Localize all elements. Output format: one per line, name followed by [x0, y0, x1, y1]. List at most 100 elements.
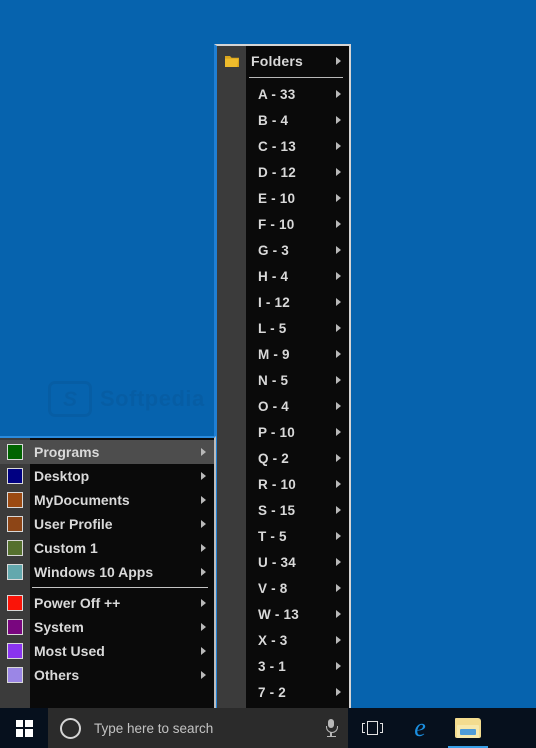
submenu-arrow-icon	[201, 647, 206, 655]
menu-item-label: P - 10	[258, 424, 295, 440]
folder-swatch-icon	[7, 564, 23, 580]
edge-browser-icon: e	[414, 713, 426, 742]
folder-icon	[224, 54, 240, 68]
task-view-icon	[361, 721, 383, 735]
windows-logo-icon	[15, 719, 33, 737]
folders-item-e-10[interactable]: E - 10	[217, 185, 349, 211]
menu-item-power-off[interactable]: Power Off ++	[0, 591, 214, 615]
submenu-arrow-icon	[336, 142, 341, 150]
menu-item-label: A - 33	[258, 86, 296, 102]
folders-menu-body: Folders A - 33 B - 4 C - 13 D - 12 E - 10 F - …	[217, 48, 349, 705]
folders-item-p-10[interactable]: P - 10	[217, 419, 349, 445]
menu-item-label: B - 4	[258, 112, 289, 128]
menu-item-label: 3 - 1	[258, 658, 287, 674]
submenu-arrow-icon	[336, 584, 341, 592]
menu-item-label: L - 5	[258, 320, 287, 336]
submenu-arrow-icon	[336, 402, 341, 410]
menu-item-label: User Profile	[34, 516, 113, 532]
submenu-arrow-icon	[201, 544, 206, 552]
folders-menu-header[interactable]: Folders	[217, 48, 349, 74]
folders-item-w-13[interactable]: W - 13	[217, 601, 349, 627]
menu-item-label: 7 - 2	[258, 684, 287, 700]
menu-item-custom-1[interactable]: Custom 1	[0, 536, 214, 560]
submenu-arrow-icon	[336, 116, 341, 124]
folder-swatch-icon	[7, 492, 23, 508]
main-start-menu[interactable]: Programs Desktop MyDocuments User Profile Cu…	[0, 436, 216, 708]
folders-item-r-10[interactable]: R - 10	[217, 471, 349, 497]
folders-item-d-12[interactable]: D - 12	[217, 159, 349, 185]
submenu-arrow-icon	[336, 168, 341, 176]
menu-item-label: D - 12	[258, 164, 296, 180]
folders-item-g-3[interactable]: G - 3	[217, 237, 349, 263]
microphone-icon[interactable]	[324, 719, 338, 737]
folders-item-f-10[interactable]: F - 10	[217, 211, 349, 237]
menu-item-others[interactable]: Others	[0, 663, 214, 687]
folder-swatch-icon	[7, 619, 23, 635]
folders-item-t-5[interactable]: T - 5	[217, 523, 349, 549]
desktop[interactable]: S Softpedia Folders A - 33 B - 4 C - 13 D - …	[0, 0, 536, 708]
folders-item-o-4[interactable]: O - 4	[217, 393, 349, 419]
file-explorer-button[interactable]	[444, 708, 492, 748]
menu-item-label: S - 15	[258, 502, 296, 518]
folder-swatch-icon	[7, 540, 23, 556]
folders-item-a-33[interactable]: A - 33	[217, 81, 349, 107]
menu-item-user-profile[interactable]: User Profile	[0, 512, 214, 536]
folders-item-u-34[interactable]: U - 34	[217, 549, 349, 575]
menu-item-label: Desktop	[34, 468, 90, 484]
submenu-arrow-icon	[201, 568, 206, 576]
folders-item-b-4[interactable]: B - 4	[217, 107, 349, 133]
folders-item-7-2[interactable]: 7 - 2	[217, 679, 349, 705]
folders-item-h-4[interactable]: H - 4	[217, 263, 349, 289]
taskbar[interactable]: Type here to search e	[0, 708, 536, 748]
submenu-arrow-icon	[336, 298, 341, 306]
submenu-arrow-icon	[201, 599, 206, 607]
watermark-text: Softpedia	[100, 386, 205, 411]
start-button[interactable]	[0, 708, 48, 748]
menu-item-windows-10-apps[interactable]: Windows 10 Apps	[0, 560, 214, 584]
cortana-circle-icon[interactable]	[60, 717, 81, 739]
menu-item-mydocuments[interactable]: MyDocuments	[0, 488, 214, 512]
menu-item-label: F - 10	[258, 216, 295, 232]
folders-item-m-9[interactable]: M - 9	[217, 341, 349, 367]
folders-item-q-2[interactable]: Q - 2	[217, 445, 349, 471]
menu-item-label: Programs	[34, 444, 100, 460]
folders-item-3-1[interactable]: 3 - 1	[217, 653, 349, 679]
menu-item-label: System	[34, 619, 84, 635]
submenu-arrow-icon	[201, 520, 206, 528]
watermark-mark-icon: S	[48, 381, 92, 417]
folders-item-c-13[interactable]: C - 13	[217, 133, 349, 159]
folders-item-l-5[interactable]: L - 5	[217, 315, 349, 341]
submenu-arrow-icon	[336, 610, 341, 618]
folders-item-v-8[interactable]: V - 8	[217, 575, 349, 601]
menu-item-label: Most Used	[34, 643, 105, 659]
menu-item-most-used[interactable]: Most Used	[0, 639, 214, 663]
submenu-arrow-icon	[336, 90, 341, 98]
submenu-arrow-icon	[336, 688, 341, 696]
folder-swatch-icon	[7, 516, 23, 532]
menu-item-label: T - 5	[258, 528, 287, 544]
task-view-button[interactable]	[348, 708, 396, 748]
folders-submenu[interactable]: Folders A - 33 B - 4 C - 13 D - 12 E - 10 F - …	[214, 44, 351, 708]
submenu-arrow-icon	[336, 194, 341, 202]
submenu-arrow-icon	[201, 671, 206, 679]
folders-item-n-5[interactable]: N - 5	[217, 367, 349, 393]
edge-button[interactable]: e	[396, 708, 444, 748]
menu-item-label: X - 3	[258, 632, 288, 648]
menu-item-label: M - 9	[258, 346, 290, 362]
submenu-arrow-icon	[201, 472, 206, 480]
submenu-arrow-icon	[336, 246, 341, 254]
submenu-arrow-icon	[336, 376, 341, 384]
search-placeholder: Type here to search	[94, 720, 214, 736]
folder-swatch-icon	[7, 444, 23, 460]
menu-item-programs[interactable]: Programs	[0, 440, 214, 464]
folders-item-s-15[interactable]: S - 15	[217, 497, 349, 523]
search-input[interactable]: Type here to search	[48, 708, 348, 748]
menu-item-label: R - 10	[258, 476, 296, 492]
menu-item-desktop[interactable]: Desktop	[0, 464, 214, 488]
menu-item-label: N - 5	[258, 372, 289, 388]
folders-item-i-12[interactable]: I - 12	[217, 289, 349, 315]
menu-item-system[interactable]: System	[0, 615, 214, 639]
folders-item-x-3[interactable]: X - 3	[217, 627, 349, 653]
main-menu-body: Programs Desktop MyDocuments User Profile Cu…	[0, 440, 214, 687]
submenu-arrow-icon	[336, 57, 341, 65]
